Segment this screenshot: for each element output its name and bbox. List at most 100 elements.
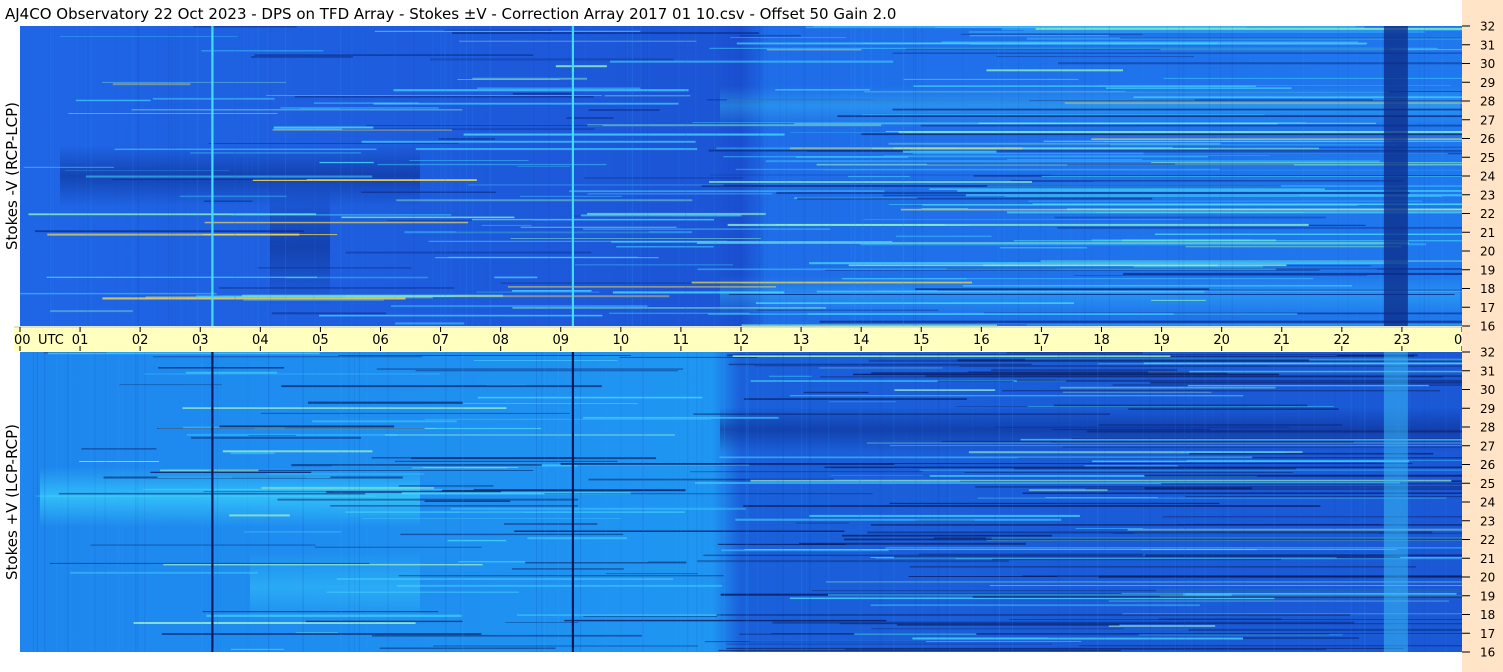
time-tick-label: 01 [72,333,89,348]
spectral-streak [342,128,595,130]
vertical-interference-line [571,26,574,326]
noise-column [557,352,560,652]
noise-column [1356,26,1358,326]
noise-column [303,352,304,652]
spectral-streak [697,560,1009,563]
spectral-streak [885,547,1462,549]
frequency-tick-label: 28 [1480,421,1495,435]
time-tick-label: 15 [913,333,930,348]
spectral-streak [1154,233,1462,235]
spectral-streak [898,131,1462,134]
noise-column [570,26,572,326]
upper-panel-ylabel: Stokes -V (RCP-LCP) [3,102,21,250]
spectral-streak [709,181,1032,183]
noise-column [463,352,465,652]
frequency-tick-label: 25 [1480,477,1495,491]
spectral-streak [285,276,428,279]
noise-column [167,26,169,326]
frequency-tick-label: 18 [1480,282,1495,296]
noise-column [1204,352,1206,652]
spectral-streak [797,197,1153,200]
noise-column [201,352,203,652]
spectral-streak [1138,634,1343,636]
noise-column [648,26,650,326]
noise-column [1012,352,1013,652]
spectral-streak [512,290,592,292]
spectral-streak [314,546,482,548]
spectral-streak [208,143,459,144]
spectral-streak [157,476,331,478]
spectral-streak [345,511,685,513]
spectral-streak [1172,146,1462,148]
noise-column [1227,352,1229,652]
frequency-tick-label: 30 [1480,383,1495,397]
noise-column [251,26,253,326]
noise-column [620,352,622,652]
spectral-streak [1051,441,1354,443]
spectral-streak [555,65,607,68]
spectral-streak [1052,429,1210,430]
spectral-streak [883,155,1270,156]
noise-column [605,352,607,652]
spectral-streak [727,99,1195,101]
noise-column [52,26,54,326]
noise-column [579,352,582,652]
noise-column [32,352,35,652]
spectral-streak [257,267,412,269]
page-title: AJ4CO Observatory 22 Oct 2023 - DPS on T… [5,5,896,23]
noise-column [783,26,785,326]
spectral-streak [251,56,353,58]
noise-column [44,352,46,652]
spectral-streak [1181,451,1287,453]
noise-column [802,26,805,326]
spectral-streak [1105,87,1292,89]
spectral-streak [830,475,923,476]
noise-column [270,26,271,326]
spectral-streak [693,413,1111,415]
spectral-streak [1128,408,1339,410]
noise-column [67,352,68,652]
noise-column [676,352,678,652]
noise-column [157,26,158,326]
noise-column [713,26,716,326]
noise-column [903,26,905,326]
spectral-streak [254,54,534,56]
noise-column [1243,352,1245,652]
frequency-tick-label: 24 [1480,496,1495,510]
spectral-streak [1054,216,1326,219]
frequency-tick-label: 17 [1480,301,1495,315]
time-tick-label: 10 [613,333,630,348]
spectral-streak [1144,487,1253,490]
spectral-streak [494,276,538,279]
noise-column [76,26,78,326]
spectral-streak [202,234,338,236]
time-tick-label: 23 [1394,333,1411,348]
spectral-streak [231,648,284,650]
frequency-tick-label: 17 [1480,627,1495,641]
noise-column [1142,26,1144,326]
noise-column [1269,26,1271,326]
noise-column [1313,352,1315,652]
noise-column [998,352,1001,652]
noise-column [460,352,461,652]
spectral-streak [864,91,1389,93]
noise-column [1353,352,1355,652]
frequency-tick-label: 20 [1480,245,1495,259]
noise-column [1428,26,1430,326]
spectral-streak [362,518,622,519]
spectral-streak [409,160,529,161]
spectral-streak [261,486,435,489]
frequency-tick-label: 16 [1480,320,1495,334]
noise-column [441,26,443,326]
spectral-streak [1092,460,1409,462]
noise-column [949,352,951,652]
spectral-streak [996,56,1194,58]
frequency-tick-label: 32 [1480,20,1495,34]
frequency-tick-label: 30 [1480,57,1495,71]
spectral-streak [1119,37,1462,39]
noise-column [1298,352,1300,652]
noise-column [723,352,725,652]
spectral-streak [474,360,618,361]
noise-column [921,352,923,652]
noise-column [728,26,730,326]
